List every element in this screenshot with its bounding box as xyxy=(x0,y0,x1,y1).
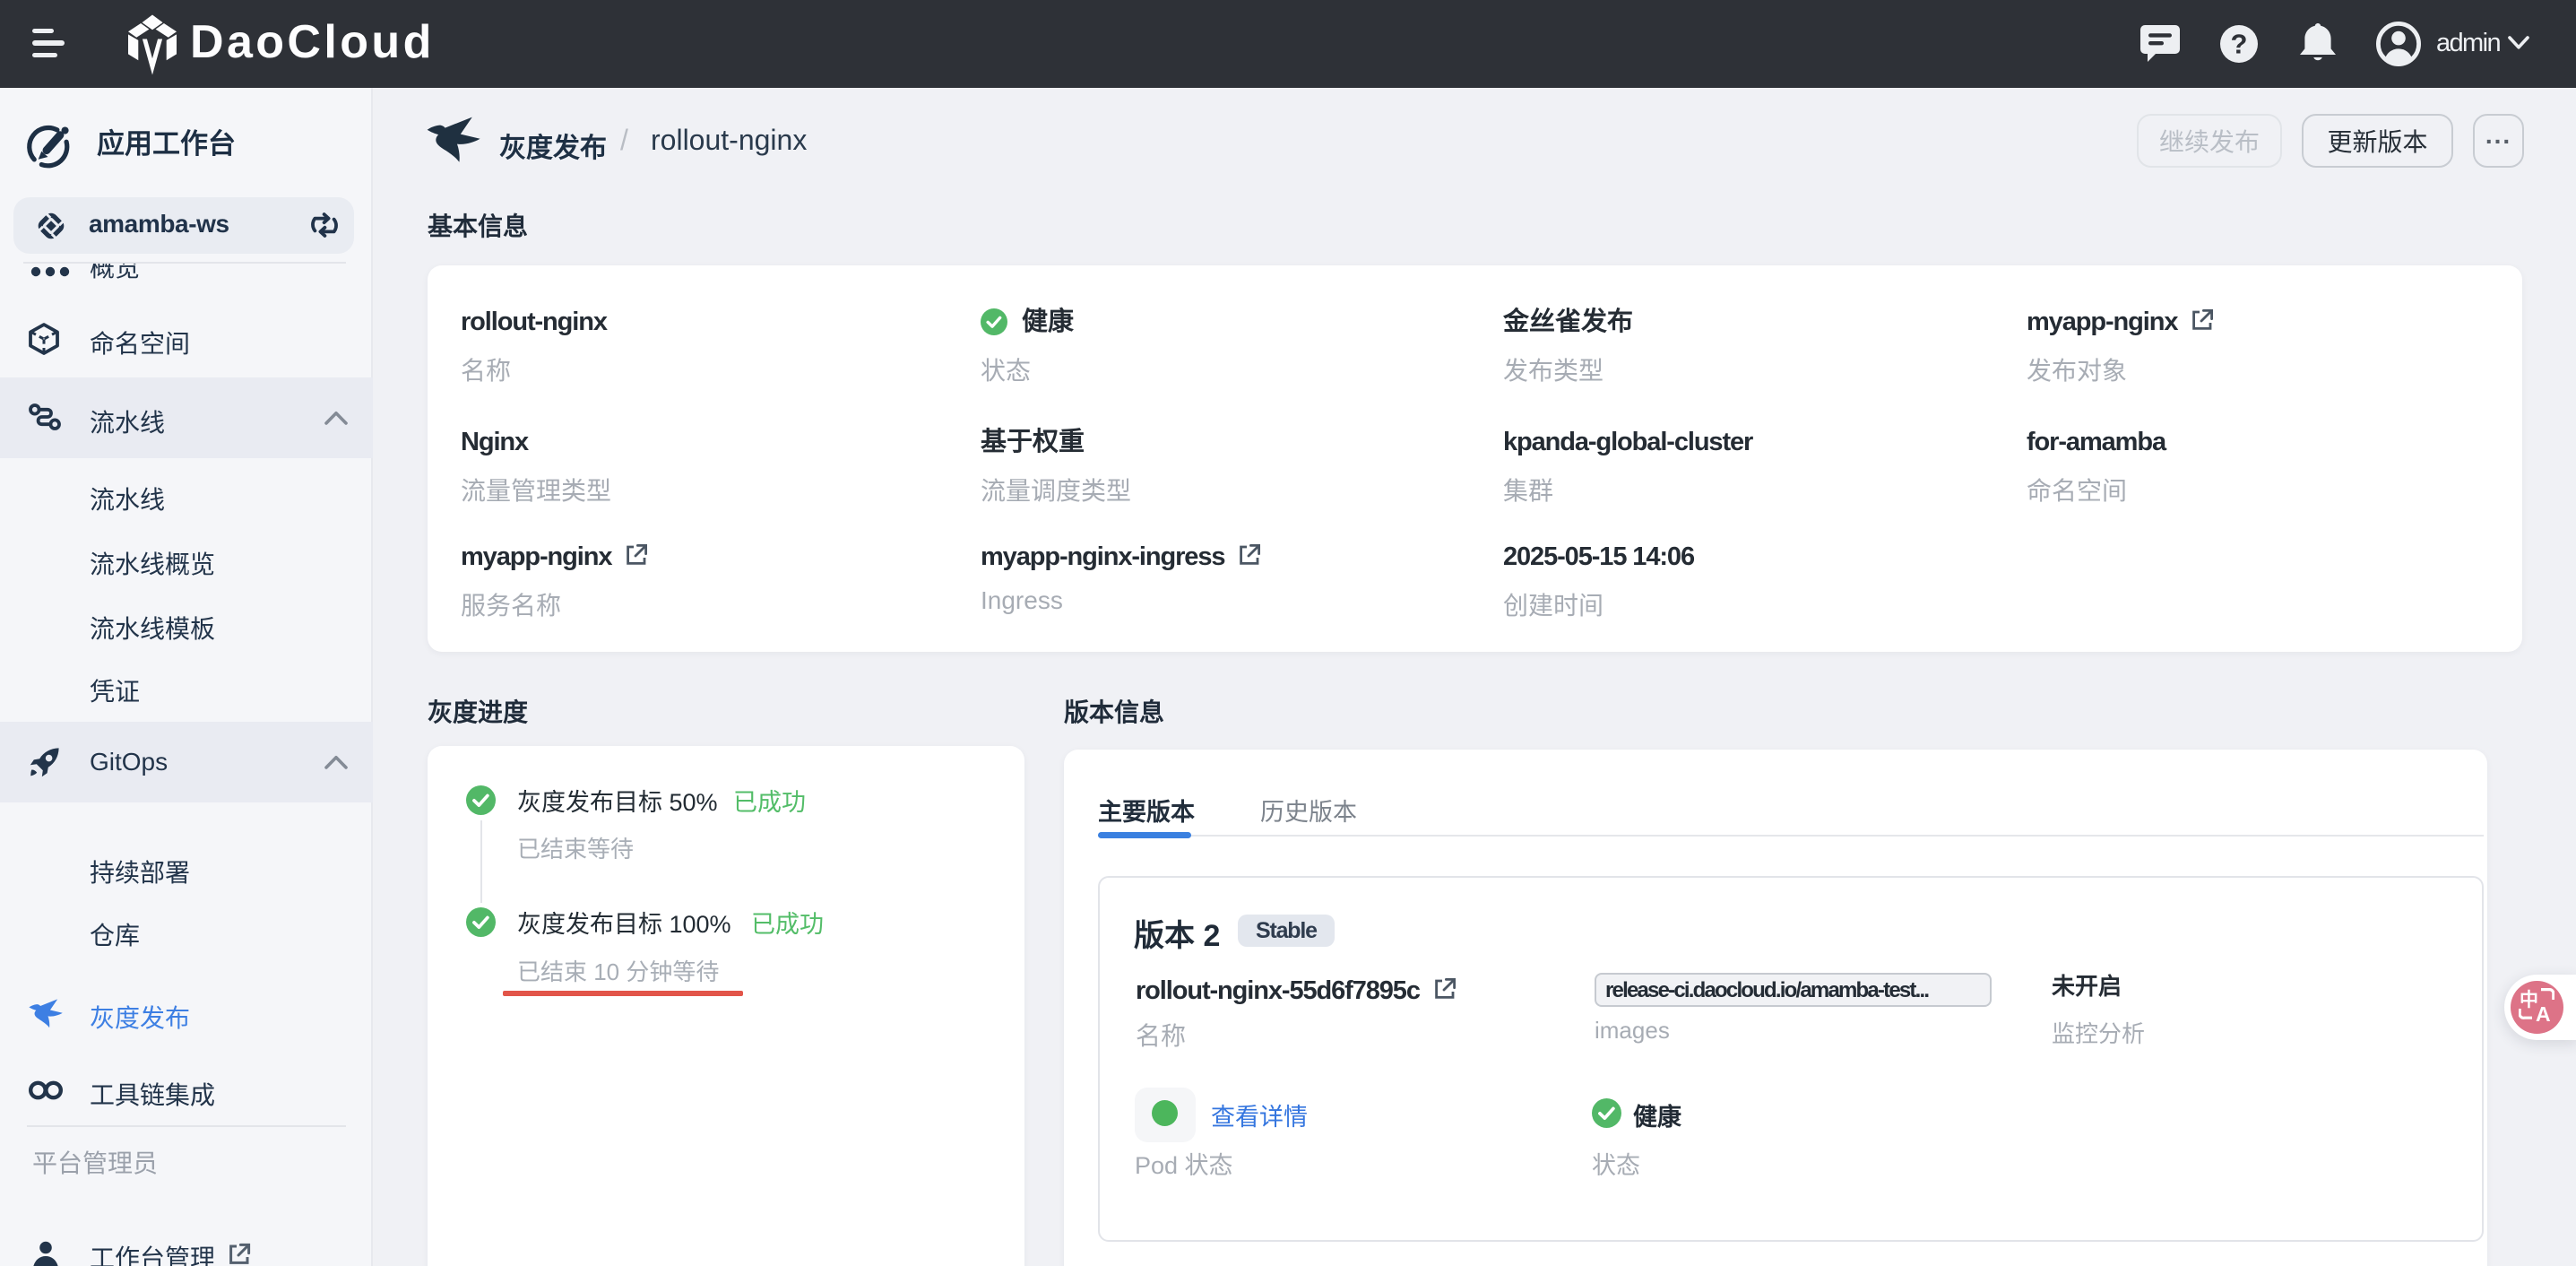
svg-text:?: ? xyxy=(2231,29,2248,60)
